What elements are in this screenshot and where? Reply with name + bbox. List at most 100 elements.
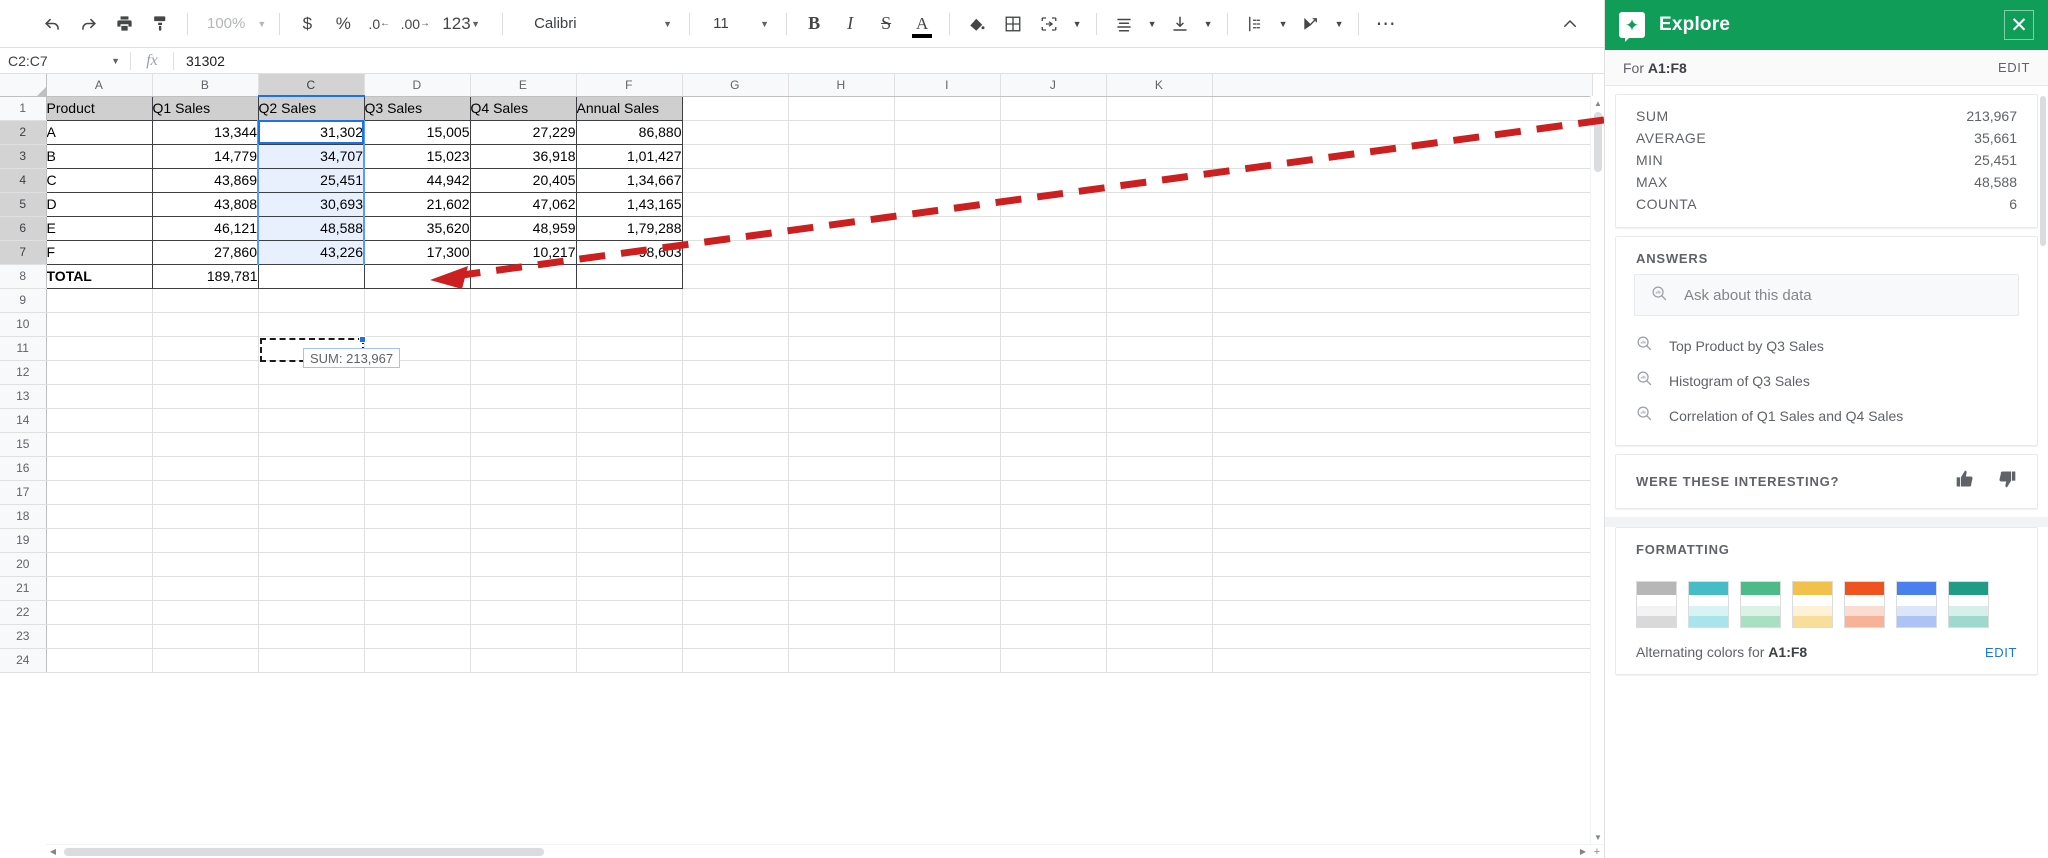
cell-empty[interactable] [1000, 360, 1107, 385]
column-header-c[interactable]: C [258, 74, 365, 97]
cell-empty[interactable] [788, 528, 895, 553]
scroll-down-icon[interactable]: ▼ [1591, 830, 1604, 844]
formula-input[interactable]: 31302 [174, 53, 1604, 69]
cell-empty[interactable] [1106, 336, 1213, 361]
borders-icon[interactable] [995, 7, 1031, 41]
halign-chevron-down-icon[interactable]: ▼ [1142, 7, 1162, 41]
cell-empty[interactable] [1000, 552, 1107, 577]
cell-empty[interactable] [788, 504, 895, 529]
cell-empty[interactable] [894, 312, 1001, 337]
row-header-12[interactable]: 12 [0, 360, 47, 385]
column-header-k[interactable]: K [1106, 74, 1213, 97]
cell-empty[interactable] [470, 480, 577, 505]
cell-empty[interactable] [46, 288, 153, 313]
wrap-chevron-down-icon[interactable]: ▼ [1273, 7, 1293, 41]
cell-C5[interactable]: 30,693 [257, 192, 365, 217]
cell-C2[interactable]: 31,302 [257, 120, 365, 145]
cell-pad[interactable] [1212, 528, 1593, 553]
cell-pad[interactable] [1212, 600, 1593, 625]
cell-empty[interactable] [682, 264, 789, 289]
cell-A6[interactable]: E [45, 216, 153, 241]
cell-empty[interactable] [470, 288, 577, 313]
cell-empty[interactable] [152, 360, 259, 385]
cell-empty[interactable] [788, 624, 895, 649]
cell-B3[interactable]: 14,779 [152, 144, 259, 169]
cell-empty[interactable] [364, 456, 471, 481]
cell-empty[interactable] [576, 384, 683, 409]
cell-empty[interactable] [258, 456, 365, 481]
cell-empty[interactable] [364, 648, 471, 673]
cell-empty[interactable] [152, 600, 259, 625]
cell-B4[interactable]: 43,869 [152, 168, 259, 193]
cell-empty[interactable] [1000, 216, 1107, 241]
explore-range-edit-button[interactable]: EDIT [1998, 60, 2030, 75]
row-header-13[interactable]: 13 [0, 384, 47, 409]
undo-icon[interactable] [34, 7, 70, 41]
cell-D1[interactable]: Q3 Sales [364, 95, 471, 121]
cell-F5[interactable]: 1,43,165 [576, 192, 683, 217]
cell-empty[interactable] [894, 240, 1001, 265]
cell-empty[interactable] [1000, 456, 1107, 481]
cell-empty[interactable] [364, 408, 471, 433]
cell-empty[interactable] [46, 312, 153, 337]
increase-decimal-button[interactable]: .00 → [397, 7, 433, 41]
cell-empty[interactable] [894, 504, 1001, 529]
cell-E4[interactable]: 20,405 [470, 168, 577, 193]
cell-empty[interactable] [1106, 144, 1213, 169]
print-icon[interactable] [106, 7, 142, 41]
cell-empty[interactable] [470, 648, 577, 673]
color-swatch-cyan[interactable] [1688, 581, 1729, 628]
cell-empty[interactable] [1106, 264, 1213, 289]
cell-pad[interactable] [1212, 408, 1593, 433]
cell-empty[interactable] [894, 408, 1001, 433]
horizontal-align-icon[interactable] [1106, 7, 1142, 41]
cell-empty[interactable] [576, 576, 683, 601]
cell-empty[interactable] [1000, 600, 1107, 625]
cell-empty[interactable] [470, 408, 577, 433]
cell-empty[interactable] [682, 120, 789, 145]
cell-pad[interactable] [1212, 384, 1593, 409]
horizontal-scrollbar[interactable]: ◀ ▶ + [46, 844, 1604, 858]
cell-empty[interactable] [1106, 528, 1213, 553]
row-header-18[interactable]: 18 [0, 504, 47, 529]
column-header-j[interactable]: J [1000, 74, 1107, 97]
cell-A4[interactable]: C [45, 168, 153, 193]
cell-empty[interactable] [576, 648, 683, 673]
bold-button[interactable]: B [796, 7, 832, 41]
cell-empty[interactable] [788, 168, 895, 193]
cell-empty[interactable] [1106, 504, 1213, 529]
cell-empty[interactable] [894, 120, 1001, 145]
cell-empty[interactable] [1106, 456, 1213, 481]
cell-B6[interactable]: 46,121 [152, 216, 259, 241]
ask-input[interactable]: Ask about this data [1634, 274, 2019, 316]
cell-empty[interactable] [46, 648, 153, 673]
cell-empty[interactable] [46, 480, 153, 505]
cell-E6[interactable]: 48,959 [470, 216, 577, 241]
cell-empty[interactable] [1000, 96, 1107, 121]
row-header-4[interactable]: 4 [0, 168, 47, 193]
cell-empty[interactable] [894, 288, 1001, 313]
cell-empty[interactable] [1000, 528, 1107, 553]
suggestion-item[interactable]: Histogram of Q3 Sales [1616, 363, 2037, 398]
cell-empty[interactable] [1106, 552, 1213, 577]
cell-C7[interactable]: 43,226 [257, 240, 365, 265]
cell-C4[interactable]: 25,451 [257, 168, 365, 193]
cell-empty[interactable] [470, 432, 577, 457]
cell-empty[interactable] [894, 264, 1001, 289]
cell-A1[interactable]: Product [45, 95, 153, 121]
cell-pad[interactable] [1212, 648, 1593, 673]
cell-F8[interactable] [576, 264, 683, 289]
close-icon[interactable]: ✕ [2004, 10, 2034, 40]
cell-B2[interactable]: 13,344 [152, 120, 259, 145]
cell-empty[interactable] [576, 456, 683, 481]
cell-pad[interactable] [1212, 432, 1593, 457]
cell-empty[interactable] [46, 456, 153, 481]
text-wrap-icon[interactable] [1237, 7, 1273, 41]
scroll-up-icon[interactable]: ▲ [1591, 96, 1604, 110]
cell-empty[interactable] [46, 528, 153, 553]
cell-pad[interactable] [1212, 192, 1593, 217]
cell-F3[interactable]: 1,01,427 [576, 144, 683, 169]
cell-D5[interactable]: 21,602 [364, 192, 471, 217]
cell-E8[interactable] [470, 264, 577, 289]
cell-empty[interactable] [576, 408, 683, 433]
